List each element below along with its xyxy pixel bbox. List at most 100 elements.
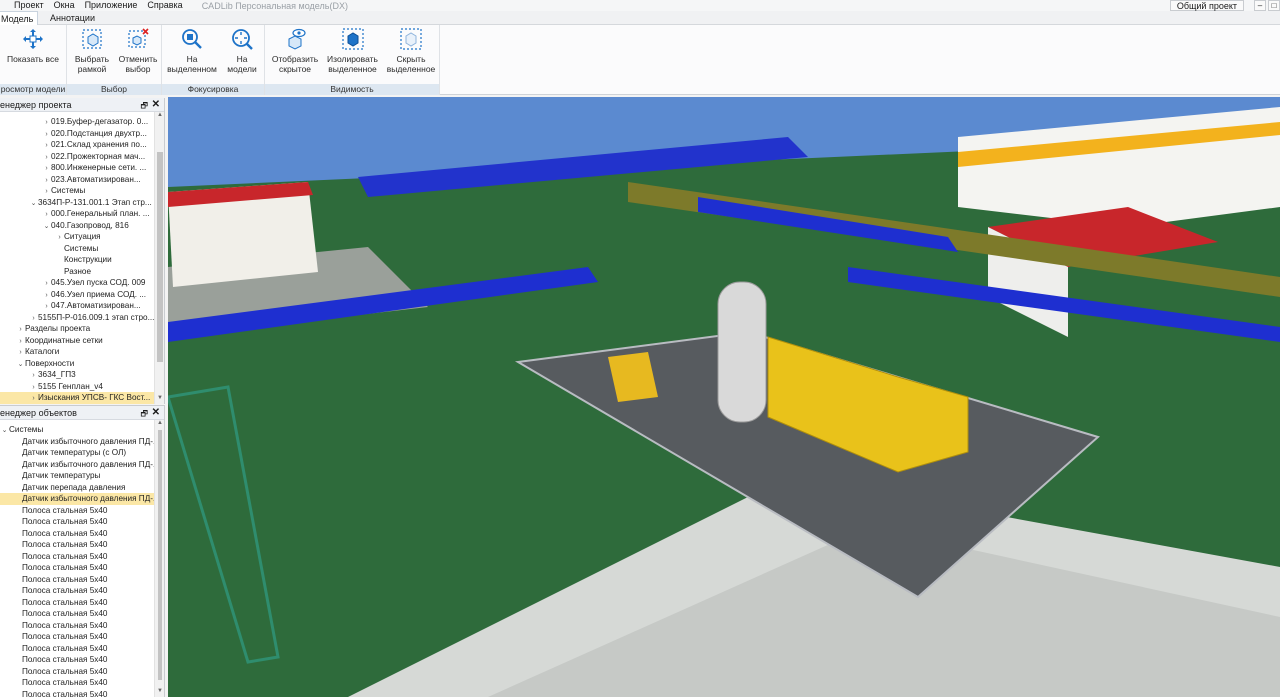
chevron-right-icon[interactable]: ›: [29, 382, 38, 393]
minimize-icon[interactable]: –: [1254, 0, 1266, 11]
chevron-down-icon[interactable]: ⌄: [42, 221, 51, 232]
tab-annotations[interactable]: Аннотации: [46, 11, 99, 25]
project-tree-item[interactable]: › 022.Прожекторная мач...: [0, 151, 164, 163]
chevron-right-icon[interactable]: ›: [42, 117, 51, 128]
hide-selected-button[interactable]: Скрыть выделенное: [385, 27, 437, 74]
project-tree-item[interactable]: Системы: [0, 243, 164, 255]
scroll-up-icon[interactable]: ▲: [155, 420, 164, 429]
project-tree-item[interactable]: › 046.Узел приема СОД. ...: [0, 289, 164, 301]
chevron-right-icon[interactable]: ›: [29, 370, 38, 381]
show-hidden-button[interactable]: Отобразить скрытое: [269, 27, 321, 74]
menu-windows[interactable]: Окна: [49, 0, 80, 11]
object-tree-item[interactable]: Полоса стальная 5х40: [0, 516, 164, 528]
project-tree-item[interactable]: › Изыскания УПСВ- ГКС Вост...: [0, 392, 164, 404]
chevron-right-icon[interactable]: ›: [55, 232, 64, 243]
object-tree-item[interactable]: Полоса стальная 5х40: [0, 654, 164, 666]
object-tree-item[interactable]: Полоса стальная 5х40: [0, 505, 164, 517]
object-tree-item[interactable]: Полоса стальная 5х40: [0, 677, 164, 689]
object-tree-item[interactable]: Полоса стальная 5х40: [0, 597, 164, 609]
chevron-down-icon[interactable]: ⌄: [29, 198, 38, 209]
pin-icon[interactable]: 🗗: [140, 407, 148, 421]
project-tree-item[interactable]: › 5155П-Р-016.009.1 этап стро...: [0, 312, 164, 324]
project-tree-item[interactable]: › 800.Инженерные сети. ...: [0, 162, 164, 174]
object-tree-root[interactable]: ⌄ Системы: [0, 424, 164, 436]
focus-selected-button[interactable]: На выделенном: [167, 27, 217, 74]
object-tree-item[interactable]: Полоса стальная 5х40: [0, 631, 164, 643]
object-tree-item[interactable]: Датчик перепада давления: [0, 482, 164, 494]
menu-project[interactable]: Проект: [0, 0, 49, 11]
project-tree-item[interactable]: › Разделы проекта: [0, 323, 164, 335]
maximize-icon[interactable]: □: [1268, 0, 1280, 11]
project-tree-item[interactable]: › 023.Автоматизирован...: [0, 174, 164, 186]
object-tree-item[interactable]: Полоса стальная 5х40: [0, 666, 164, 678]
project-tree-item[interactable]: ⌄ 040.Газопровод, 816: [0, 220, 164, 232]
project-tree-item[interactable]: Разное: [0, 266, 164, 278]
object-tree-item[interactable]: Датчик избыточного давления ПД-...: [0, 436, 164, 448]
shared-project-button[interactable]: Общий проект: [1169, 0, 1244, 11]
close-icon[interactable]: ✕: [152, 98, 160, 112]
project-tree-item[interactable]: › 019.Буфер-дегазатор. 0...: [0, 116, 164, 128]
menu-application[interactable]: Приложение: [80, 0, 143, 11]
chevron-right-icon[interactable]: ›: [42, 129, 51, 140]
project-tree-item[interactable]: ⌄ 3634П-Р-131.001.1 Этап стр...: [0, 197, 164, 209]
project-tree-scrollbar[interactable]: ▲ ▼: [154, 112, 164, 404]
isolate-selected-button[interactable]: Изолировать выделенное: [325, 27, 380, 74]
3d-viewport[interactable]: [168, 97, 1280, 697]
chevron-down-icon[interactable]: ⌄: [16, 359, 25, 370]
scroll-thumb[interactable]: [158, 430, 162, 680]
scroll-down-icon[interactable]: ▼: [155, 395, 164, 404]
object-tree-item[interactable]: Датчик избыточного давления ПД-...: [0, 493, 164, 505]
chevron-right-icon[interactable]: ›: [42, 163, 51, 174]
chevron-right-icon[interactable]: ›: [42, 186, 51, 197]
focus-model-button[interactable]: На модели: [217, 27, 267, 74]
object-tree-scrollbar[interactable]: ▲ ▼: [154, 420, 164, 697]
object-tree-item[interactable]: Датчик температуры: [0, 470, 164, 482]
menu-help[interactable]: Справка: [142, 0, 187, 11]
object-tree-item[interactable]: Полоса стальная 5х40: [0, 539, 164, 551]
select-by-frame-button[interactable]: Выбрать рамкой: [67, 27, 117, 74]
project-tree-item[interactable]: ⌄ Поверхности: [0, 358, 164, 370]
show-all-button[interactable]: Показать все: [4, 27, 62, 64]
project-tree-item[interactable]: › 020.Подстанция двухтр...: [0, 128, 164, 140]
pin-icon[interactable]: 🗗: [140, 99, 148, 113]
chevron-right-icon[interactable]: ›: [29, 313, 38, 324]
chevron-right-icon[interactable]: ›: [16, 347, 25, 358]
project-tree-item[interactable]: › 3634_ГП3: [0, 369, 164, 381]
project-tree-item[interactable]: › Координатные сетки: [0, 335, 164, 347]
chevron-right-icon[interactable]: ›: [42, 175, 51, 186]
project-tree-item[interactable]: › Системы: [0, 185, 164, 197]
chevron-right-icon[interactable]: ›: [42, 301, 51, 312]
object-tree-item[interactable]: Полоса стальная 5х40: [0, 608, 164, 620]
object-tree-item[interactable]: Датчик избыточного давления ПД-...: [0, 459, 164, 471]
chevron-right-icon[interactable]: ›: [42, 152, 51, 163]
project-tree-item[interactable]: › Ситуация: [0, 231, 164, 243]
tab-model[interactable]: Модель: [0, 11, 39, 25]
chevron-right-icon[interactable]: ›: [16, 336, 25, 347]
object-tree-item[interactable]: Полоса стальная 5х40: [0, 585, 164, 597]
cancel-selection-button[interactable]: Отменить выбор: [113, 27, 163, 74]
object-tree-item[interactable]: Полоса стальная 5х40: [0, 689, 164, 697]
scroll-up-icon[interactable]: ▲: [155, 112, 164, 121]
chevron-right-icon[interactable]: ›: [29, 393, 38, 404]
close-icon[interactable]: ✕: [152, 406, 160, 420]
project-tree-item[interactable]: › 5155 Генплан_v4: [0, 381, 164, 393]
project-tree-item[interactable]: › 045.Узел пуска СОД. 009: [0, 277, 164, 289]
chevron-down-icon[interactable]: ⌄: [0, 425, 9, 436]
object-tree-item[interactable]: Датчик температуры (с ОЛ): [0, 447, 164, 459]
scroll-down-icon[interactable]: ▼: [155, 688, 164, 697]
object-tree-item[interactable]: Полоса стальная 5х40: [0, 643, 164, 655]
chevron-right-icon[interactable]: ›: [16, 324, 25, 335]
object-tree-item[interactable]: Полоса стальная 5х40: [0, 620, 164, 632]
project-tree-item[interactable]: › 000.Генеральный план. ...: [0, 208, 164, 220]
scroll-thumb[interactable]: [157, 152, 163, 362]
object-tree-item[interactable]: Полоса стальная 5х40: [0, 528, 164, 540]
chevron-right-icon[interactable]: ›: [42, 140, 51, 151]
chevron-right-icon[interactable]: ›: [42, 278, 51, 289]
chevron-right-icon[interactable]: ›: [42, 290, 51, 301]
object-tree-item[interactable]: Полоса стальная 5х40: [0, 574, 164, 586]
project-tree-item[interactable]: › Каталоги: [0, 346, 164, 358]
project-tree-item[interactable]: › 021.Склад хранения по...: [0, 139, 164, 151]
object-tree-item[interactable]: Полоса стальная 5х40: [0, 562, 164, 574]
project-tree-item[interactable]: Конструкции: [0, 254, 164, 266]
project-tree-item[interactable]: › 047.Автоматизирован...: [0, 300, 164, 312]
